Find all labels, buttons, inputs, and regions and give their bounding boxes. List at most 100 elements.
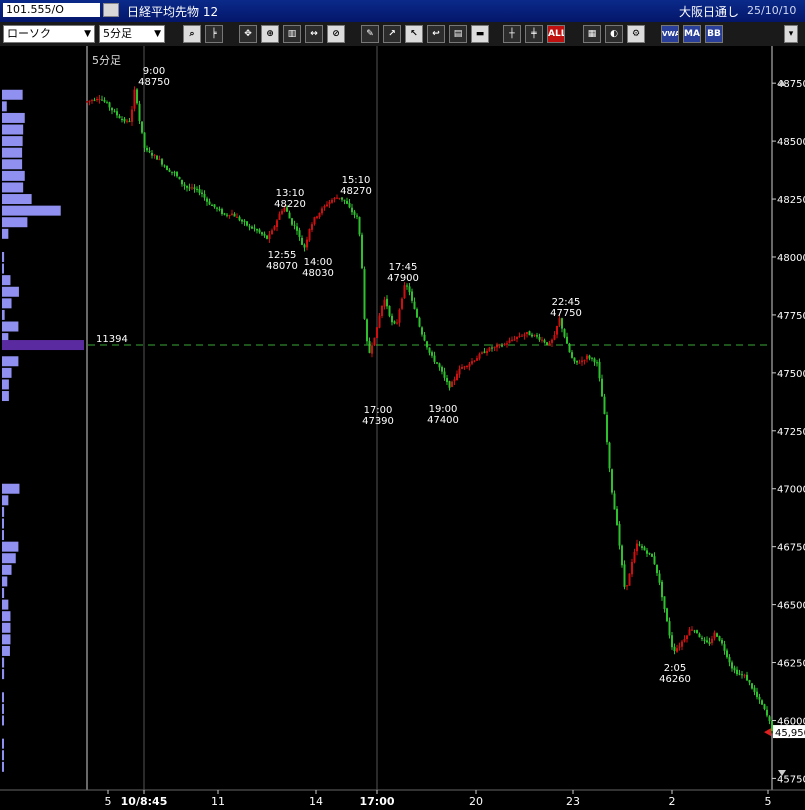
- candle-body: [546, 342, 548, 345]
- stretch-button[interactable]: ↔: [305, 25, 323, 43]
- y-tick-label: 48250: [777, 195, 805, 206]
- undo-button[interactable]: ↩: [427, 25, 445, 43]
- candle-body: [153, 154, 156, 156]
- candle-body: [201, 192, 203, 194]
- candle-body: [608, 442, 611, 469]
- candle-body: [403, 285, 406, 298]
- disabled-button[interactable]: ⊘: [327, 25, 345, 43]
- zoom-tool-button[interactable]: ⊕: [261, 25, 279, 43]
- volume-poc-label: 11394: [96, 334, 128, 345]
- candlestick-chart: 113949:004875013:104822012:5548070 14:004…: [0, 46, 805, 810]
- volume-profile-bar: [2, 599, 9, 610]
- candle-body: [276, 220, 278, 228]
- candle-body: [198, 189, 201, 193]
- candle-body: [506, 343, 508, 345]
- volume-profile-bar: [2, 147, 23, 158]
- candle-body: [183, 184, 186, 186]
- volume-profile-bar: [2, 518, 4, 529]
- chart-type-select[interactable]: ローソク ▼: [3, 25, 95, 43]
- volume-profile-bar: [2, 506, 5, 517]
- candle-body: [93, 99, 96, 101]
- candle-body: [138, 103, 141, 121]
- candle-body: [466, 365, 468, 367]
- volume-profile-bar: [2, 553, 16, 564]
- candle-body: [611, 469, 613, 493]
- pen-icon: ✎: [366, 29, 374, 39]
- candle-body: [91, 100, 93, 102]
- memo-icon: ▤: [453, 29, 463, 39]
- candle-body: [736, 669, 738, 675]
- delete-button[interactable]: ▬: [471, 25, 489, 43]
- annotation-price: 46260: [659, 674, 691, 685]
- candle-body: [303, 244, 306, 248]
- draw-lines-button[interactable]: ╞: [205, 25, 223, 43]
- candle-body: [576, 360, 578, 363]
- candle-body: [108, 102, 111, 108]
- ma-button[interactable]: MA: [683, 25, 701, 43]
- settings-button[interactable]: ⚙: [627, 25, 645, 43]
- candle-body: [476, 358, 478, 361]
- candle-body: [703, 639, 706, 641]
- candle-body: [98, 98, 101, 100]
- volume-profile-bar: [2, 309, 5, 320]
- candle-body: [316, 216, 318, 218]
- candle-button[interactable]: ┼: [503, 25, 521, 43]
- cursor-tool-button[interactable]: ✥: [239, 25, 257, 43]
- candle-body: [523, 334, 526, 336]
- candle-body: [181, 179, 183, 185]
- candle-body: [636, 543, 638, 552]
- interval-select[interactable]: 5分足 ▼: [99, 25, 165, 43]
- candle-body: [361, 234, 363, 269]
- bar-count-button[interactable]: ▥: [283, 25, 301, 43]
- candle-body: [378, 315, 381, 328]
- candle-body: [693, 630, 696, 632]
- zoom-button[interactable]: ⌕: [183, 25, 201, 43]
- trend-tool-button[interactable]: ↗: [383, 25, 401, 43]
- pattern-button[interactable]: ▦: [583, 25, 601, 43]
- candle-body: [336, 197, 338, 199]
- volume-profile-bar: [2, 692, 4, 703]
- candle-body: [533, 334, 536, 336]
- candle-body: [768, 716, 771, 721]
- candle-body: [443, 371, 446, 378]
- toolbar-overflow-button[interactable]: ▾: [784, 25, 798, 43]
- candle-body: [356, 215, 358, 217]
- candle-body: [716, 633, 718, 637]
- candle-body: [391, 315, 393, 323]
- memo-button[interactable]: ▤: [449, 25, 467, 43]
- candle-body: [381, 305, 383, 317]
- candle-body: [726, 650, 728, 658]
- candle-body: [193, 187, 196, 189]
- select-tool-button[interactable]: ↖: [405, 25, 423, 43]
- candle-body: [126, 120, 128, 122]
- candle-body: [176, 172, 178, 177]
- pen-button[interactable]: ✎: [361, 25, 379, 43]
- candle-body: [701, 637, 703, 639]
- symbol-input[interactable]: 101.555/O: [3, 3, 100, 17]
- symbol-lookup-button[interactable]: [103, 3, 119, 17]
- candle-body: [178, 176, 181, 180]
- candle-body: [628, 573, 631, 586]
- arrow-icon: ↖: [410, 29, 418, 39]
- candle-body: [288, 212, 291, 219]
- candle2-button[interactable]: ╪: [525, 25, 543, 43]
- candle-body: [113, 110, 116, 112]
- volume-profile-bar: [2, 669, 5, 680]
- candle-body: [521, 335, 523, 337]
- candle-body: [671, 635, 673, 648]
- candle-body: [171, 171, 173, 173]
- candle-body: [538, 336, 541, 340]
- vwap-button[interactable]: VWAP: [661, 25, 679, 43]
- candle-body: [211, 204, 213, 206]
- color-button[interactable]: ◐: [605, 25, 623, 43]
- candle-body: [223, 213, 226, 215]
- candle-body: [281, 210, 283, 214]
- volume-profile-bar: [2, 657, 5, 668]
- x-tick-label: 2: [669, 795, 676, 808]
- candle-body: [373, 337, 376, 346]
- candle-body: [471, 361, 473, 364]
- candle-body: [236, 216, 238, 218]
- bb-button[interactable]: BB: [705, 25, 723, 43]
- candle-body: [653, 556, 656, 565]
- all-button[interactable]: ALL: [547, 25, 565, 43]
